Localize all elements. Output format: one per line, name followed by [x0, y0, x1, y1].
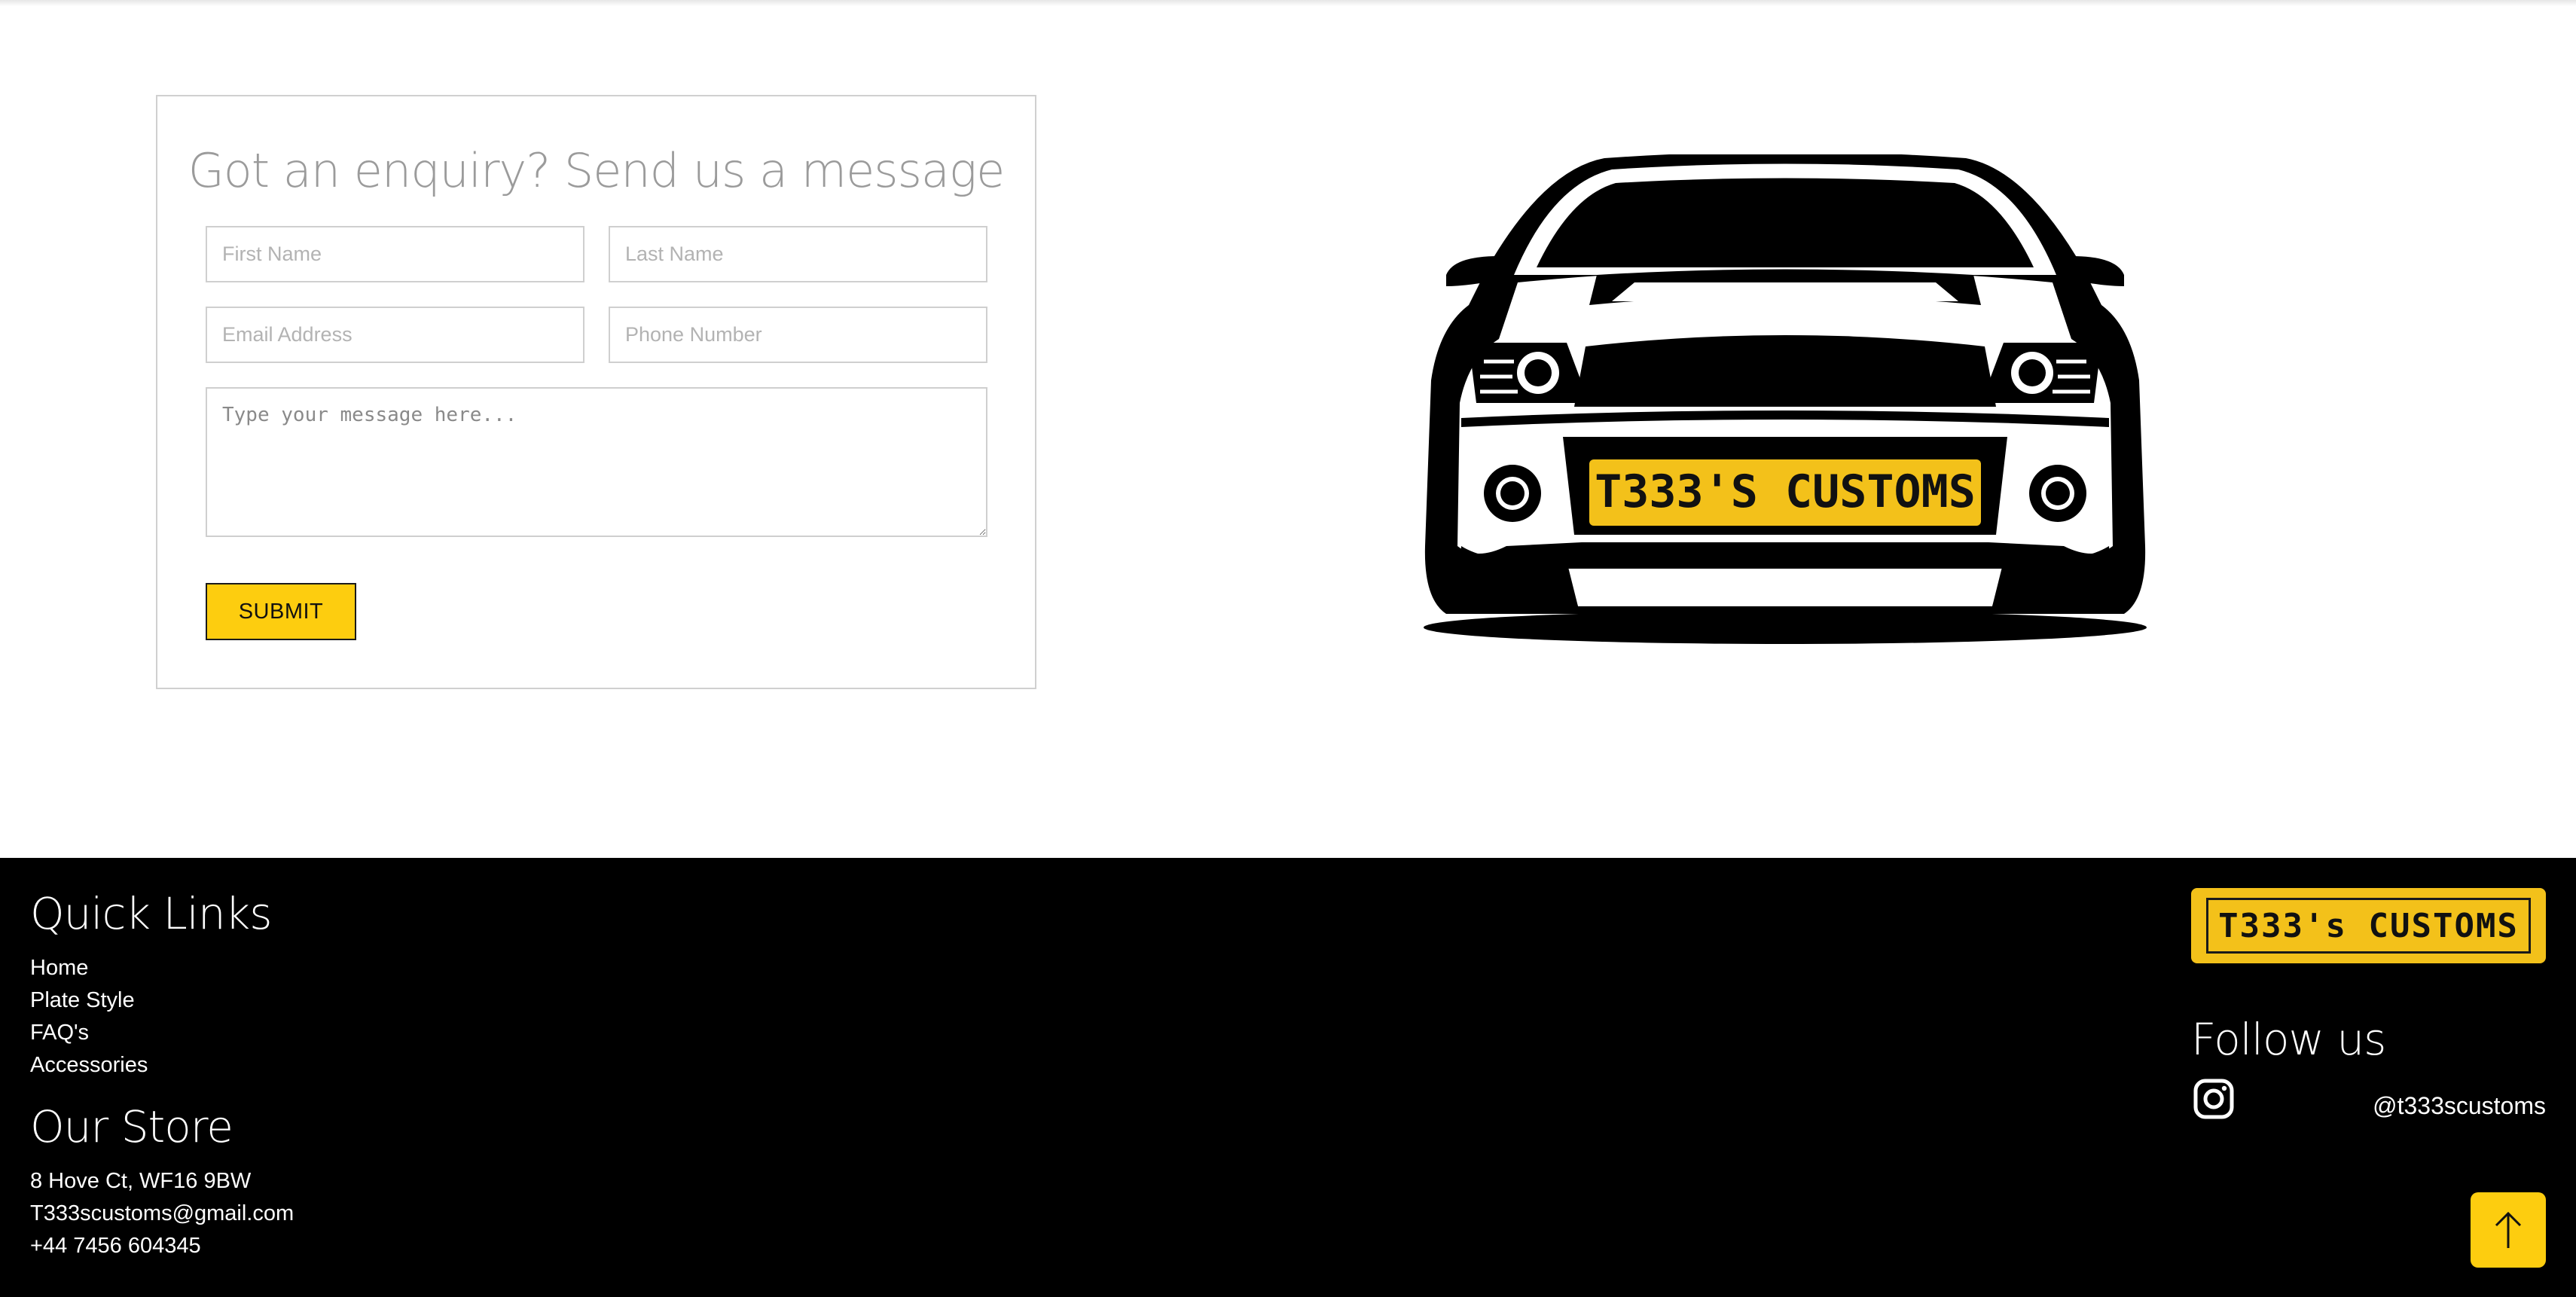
form-title: Got an enquiry? Send us a message: [188, 143, 1005, 198]
phone-input[interactable]: [609, 307, 987, 363]
quick-links-heading: Quick Links: [30, 888, 272, 939]
store-email: T333scustoms@gmail.com: [30, 1201, 295, 1225]
back-to-top-button[interactable]: [2471, 1192, 2546, 1268]
message-textarea[interactable]: [206, 387, 987, 537]
instagram-icon[interactable]: [2191, 1076, 2236, 1122]
follow-us-heading: Follow us: [2191, 1014, 2386, 1065]
logo-border: T333's CUSTOMS: [2206, 898, 2531, 954]
header-shadow: [0, 0, 2576, 6]
footer-link-accessories[interactable]: Accessories: [30, 1053, 148, 1078]
store-address: 8 Hove Ct, WF16 9BW: [30, 1169, 252, 1193]
email-input[interactable]: [206, 307, 584, 363]
instagram-handle-link[interactable]: @t333scustoms: [2373, 1092, 2546, 1120]
footer-link-faqs[interactable]: FAQ's: [30, 1021, 89, 1045]
enquiry-form: Got an enquiry? Send us a message SUBMIT: [156, 95, 1036, 689]
car-illustration: T333'S CUSTOMS: [1424, 154, 2147, 644]
site-footer: Quick Links Home Plate Style FAQ's Acces…: [0, 858, 2576, 1297]
logo-text: T333's CUSTOMS: [2218, 906, 2519, 945]
store-phone: +44 7456 604345: [30, 1234, 201, 1258]
footer-link-home[interactable]: Home: [30, 956, 88, 981]
arrow-up-icon: [2495, 1211, 2522, 1248]
footer-link-plate-style[interactable]: Plate Style: [30, 988, 135, 1013]
footer-logo[interactable]: T333's CUSTOMS: [2191, 888, 2546, 963]
car-plate-text: T333'S CUSTOMS: [1595, 465, 1976, 518]
submit-button[interactable]: SUBMIT: [206, 583, 356, 640]
first-name-input[interactable]: [206, 226, 584, 282]
last-name-input[interactable]: [609, 226, 987, 282]
our-store-heading: Our Store: [30, 1101, 233, 1152]
